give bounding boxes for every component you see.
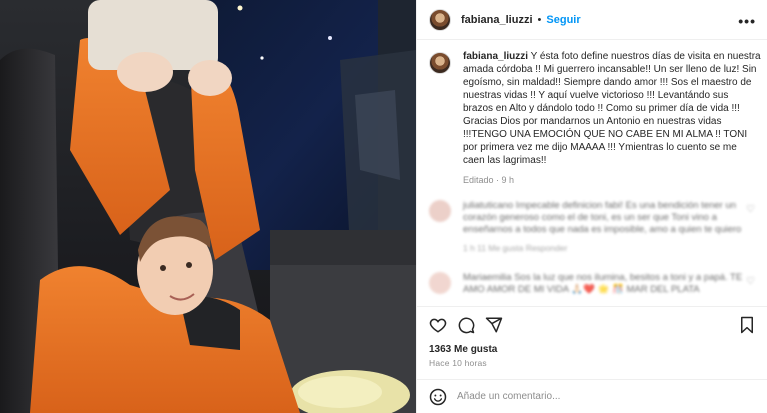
caption-text: Y ésta foto define nuestros días de visi… <box>463 51 761 166</box>
separator-dot: • <box>537 13 542 26</box>
comment-item[interactable]: juliatuticano Impecable definicion fabi!… <box>429 200 761 254</box>
comment-text: Mariaemilia Sos la luz que nos ilumina, … <box>463 272 743 295</box>
add-comment-bar <box>417 379 767 413</box>
post-detail-panel: fabiana_liuzzi • Seguir ••• fabiana_liuz… <box>416 0 767 413</box>
comment-like-icon[interactable]: ♡ <box>746 204 755 215</box>
post-time: Hace 10 horas <box>429 358 487 368</box>
caption-text-block: fabiana_liuzzi Y ésta foto define nuestr… <box>463 50 761 167</box>
heart-icon[interactable] <box>429 316 447 334</box>
comment-text: juliatuticano Impecable definicion fabi!… <box>463 200 742 235</box>
more-options-icon[interactable]: ••• <box>738 13 756 29</box>
comment-avatar[interactable] <box>429 200 451 222</box>
comment-avatar[interactable] <box>429 272 451 294</box>
bookmark-icon[interactable] <box>738 316 756 334</box>
comment-input[interactable] <box>457 391 737 402</box>
photo-illustration <box>0 0 416 413</box>
caption-meta: Editado · 9 h <box>463 175 515 185</box>
follow-button[interactable]: Seguir <box>546 14 580 26</box>
emoji-icon[interactable] <box>429 388 447 406</box>
post-username[interactable]: fabiana_liuzzi <box>461 14 533 26</box>
post-image <box>0 0 416 413</box>
caption-username[interactable]: fabiana_liuzzi <box>463 51 528 62</box>
comment-like-icon[interactable]: ♡ <box>746 276 755 287</box>
post-caption: fabiana_liuzzi Y ésta foto define nuestr… <box>429 50 761 185</box>
comment-meta: 1 h 11 Me gusta Responder <box>463 243 568 253</box>
caption-avatar[interactable] <box>429 52 451 74</box>
likes-count[interactable]: 1363 Me gusta <box>429 344 497 355</box>
post-header: fabiana_liuzzi • Seguir ••• <box>417 0 767 40</box>
comment-item[interactable]: Mariaemilia Sos la luz que nos ilumina, … <box>429 272 761 296</box>
post-actions <box>417 306 767 340</box>
avatar[interactable] <box>429 8 451 31</box>
comment-icon[interactable] <box>457 316 475 334</box>
share-icon[interactable] <box>485 316 503 334</box>
